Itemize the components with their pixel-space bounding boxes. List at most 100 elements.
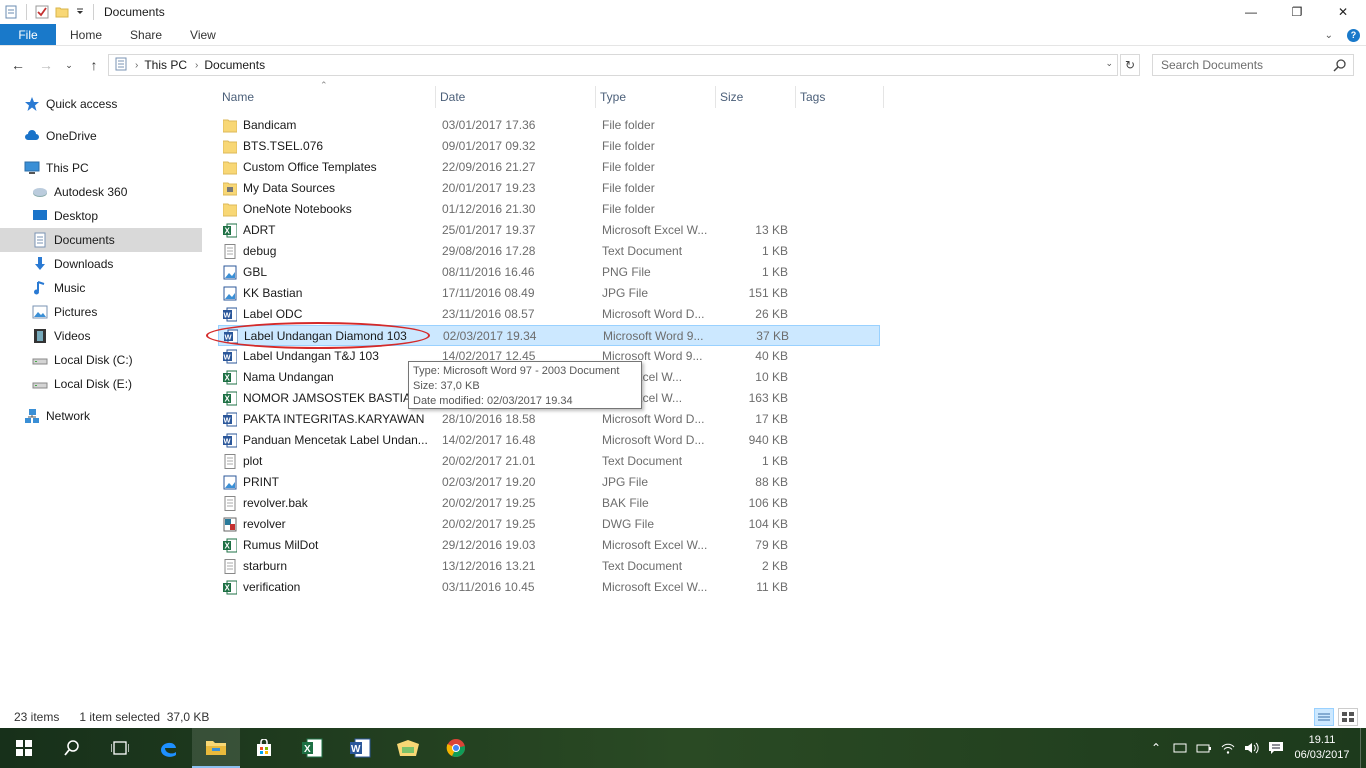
back-button[interactable]: ← [8, 55, 28, 75]
address-bar[interactable]: › This PC › Documents ⌄ [108, 54, 1118, 76]
nav-item-videos[interactable]: Videos [0, 324, 202, 348]
people-icon[interactable] [1168, 742, 1192, 754]
nav-item-onedrive[interactable]: OneDrive [0, 124, 202, 148]
checkmark-icon[interactable] [35, 5, 49, 19]
nav-item-pictures[interactable]: Pictures [0, 300, 202, 324]
recent-locations-button[interactable]: ⌄ [62, 55, 76, 75]
file-row[interactable]: Bandicam 03/01/2017 17.36 File folder [218, 115, 880, 136]
column-header-tags[interactable]: Tags [796, 86, 884, 108]
column-header-date[interactable]: Date [436, 86, 596, 108]
nav-item-local-disk-e[interactable]: Local Disk (E:) [0, 372, 202, 396]
nav-item-documents[interactable]: Documents [0, 228, 202, 252]
search-button[interactable] [48, 728, 96, 768]
cloud-icon [24, 128, 40, 144]
file-row[interactable]: BTS.TSEL.076 09/01/2017 09.32 File folder [218, 136, 880, 157]
breadcrumb-this-pc[interactable]: This PC [144, 58, 187, 72]
large-icons-view-button[interactable] [1338, 708, 1358, 726]
file-row[interactable]: My Data Sources 20/01/2017 19.23 File fold… [218, 178, 880, 199]
file-row[interactable]: revolver 20/02/2017 19.25 DWG File 104 KB [218, 514, 880, 535]
expand-ribbon-icon[interactable]: ⌄ [1325, 30, 1333, 41]
tab-file[interactable]: File [0, 24, 56, 45]
start-button[interactable] [0, 728, 48, 768]
volume-icon[interactable] [1240, 742, 1264, 754]
show-desktop-button[interactable] [1360, 728, 1366, 768]
file-row[interactable]: Custom Office Templates 22/09/2016 21.27 F… [218, 157, 880, 178]
taskbar-file-explorer[interactable] [192, 728, 240, 768]
nav-item-network[interactable]: Network [0, 404, 202, 428]
chrome-icon [446, 739, 466, 757]
svg-text:W: W [224, 416, 232, 425]
tab-share[interactable]: Share [116, 24, 176, 45]
taskbar-excel[interactable]: X [288, 728, 336, 768]
power-icon[interactable] [1192, 742, 1216, 754]
file-type: Microsoft Excel W... [602, 538, 708, 552]
clock[interactable]: 19.11 06/03/2017 [1288, 733, 1356, 763]
file-date: 20/02/2017 19.25 [442, 496, 536, 510]
column-header-size[interactable]: Size [716, 86, 796, 108]
nav-item-quick-access[interactable]: Quick access [0, 92, 202, 116]
file-row[interactable]: GBL 08/11/2016 16.46 PNG File 1 KB [218, 262, 880, 283]
nav-item-music[interactable]: Music [0, 276, 202, 300]
chevron-up-icon[interactable]: ⌃ [1144, 741, 1168, 755]
file-row[interactable]: debug 29/08/2016 17.28 Text Document 1 KB [218, 241, 880, 262]
svg-text:W: W [224, 437, 232, 446]
search-icon[interactable] [1333, 58, 1347, 75]
file-row[interactable]: starburn 13/12/2016 13.21 Text Document 2 K… [218, 556, 880, 577]
file-row[interactable]: X Rumus MilDot 29/12/2016 19.03 Microsoft E… [218, 535, 880, 556]
file-row[interactable]: Xverification 03/11/2016 10.45 Microsoft E… [218, 577, 880, 598]
action-center-icon[interactable] [1264, 741, 1288, 755]
file-name: Label Undangan T&J 103 [243, 349, 379, 363]
wifi-icon[interactable] [1216, 742, 1240, 754]
breadcrumb-documents[interactable]: Documents [204, 58, 265, 72]
selection-info: 1 item selected 37,0 KB [79, 710, 210, 724]
file-row[interactable]: KK Bastian 17/11/2016 08.49 JPG File 151 KB [218, 283, 880, 304]
close-button[interactable]: ✕ [1320, 0, 1366, 24]
task-view-button[interactable] [96, 728, 144, 768]
chevron-right-icon[interactable]: › [195, 60, 198, 71]
minimize-button[interactable]: — [1228, 0, 1274, 24]
details-view-button[interactable] [1314, 708, 1334, 726]
clock-time: 19.11 [1308, 734, 1336, 746]
file-row[interactable]: X ADRT 25/01/2017 19.37 Microsoft Excel W..… [218, 220, 880, 241]
file-size: 1 KB [761, 244, 788, 258]
file-row[interactable]: OneNote Notebooks 01/12/2016 21.30 File fo… [218, 199, 880, 220]
file-type: Microsoft Excel W... [602, 223, 708, 237]
file-row[interactable]: W PAKTA INTEGRITAS.KARYAWAN 28/10/2016 18.… [218, 409, 880, 430]
file-row[interactable]: W Panduan Mencetak Label Undan... 14/02/20… [218, 430, 880, 451]
column-header-name[interactable]: Name [218, 86, 436, 108]
up-button[interactable]: ↑ [84, 55, 104, 75]
taskbar-folder-app[interactable] [384, 728, 432, 768]
forward-button[interactable]: → [36, 55, 56, 75]
tab-home[interactable]: Home [56, 24, 116, 45]
file-row[interactable]: revolver.bak 20/02/2017 19.25 BAK File 106 … [218, 493, 880, 514]
new-folder-icon[interactable] [55, 5, 69, 19]
taskbar-chrome[interactable] [432, 728, 480, 768]
column-label: Name [222, 90, 255, 104]
chevron-down-icon[interactable] [75, 5, 85, 19]
nav-item-desktop[interactable]: Desktop [0, 204, 202, 228]
cloud-drive-icon [32, 184, 48, 200]
nav-item-label: Local Disk (E:) [54, 377, 133, 391]
taskbar-store[interactable] [240, 728, 288, 768]
nav-item-this-pc[interactable]: This PC [0, 156, 202, 180]
file-type: File folder [602, 160, 655, 174]
chevron-down-icon[interactable]: ⌄ [1105, 58, 1113, 69]
taskbar-edge[interactable] [144, 728, 192, 768]
tab-view[interactable]: View [176, 24, 230, 45]
properties-icon[interactable] [4, 5, 18, 19]
nav-item-local-disk-c[interactable]: Local Disk (C:) [0, 348, 202, 372]
help-icon[interactable]: ? [1347, 28, 1360, 42]
chevron-right-icon[interactable]: › [135, 60, 138, 71]
refresh-button[interactable]: ↻ [1120, 54, 1140, 76]
column-header-type[interactable]: Type [596, 86, 716, 108]
file-row[interactable]: PRINT 02/03/2017 19.20 JPG File 88 KB [218, 472, 880, 493]
file-size: 2 KB [761, 559, 788, 573]
restore-button[interactable]: ❐ [1274, 0, 1320, 24]
nav-item-downloads[interactable]: Downloads [0, 252, 202, 276]
search-input[interactable]: Search Documents [1152, 54, 1354, 76]
file-row[interactable]: plot 20/02/2017 21.01 Text Document 1 KB [218, 451, 880, 472]
store-icon [257, 739, 271, 756]
nav-item-autodesk-360[interactable]: Autodesk 360 [0, 180, 202, 204]
folder-icon [222, 202, 238, 217]
taskbar-word[interactable]: W [336, 728, 384, 768]
